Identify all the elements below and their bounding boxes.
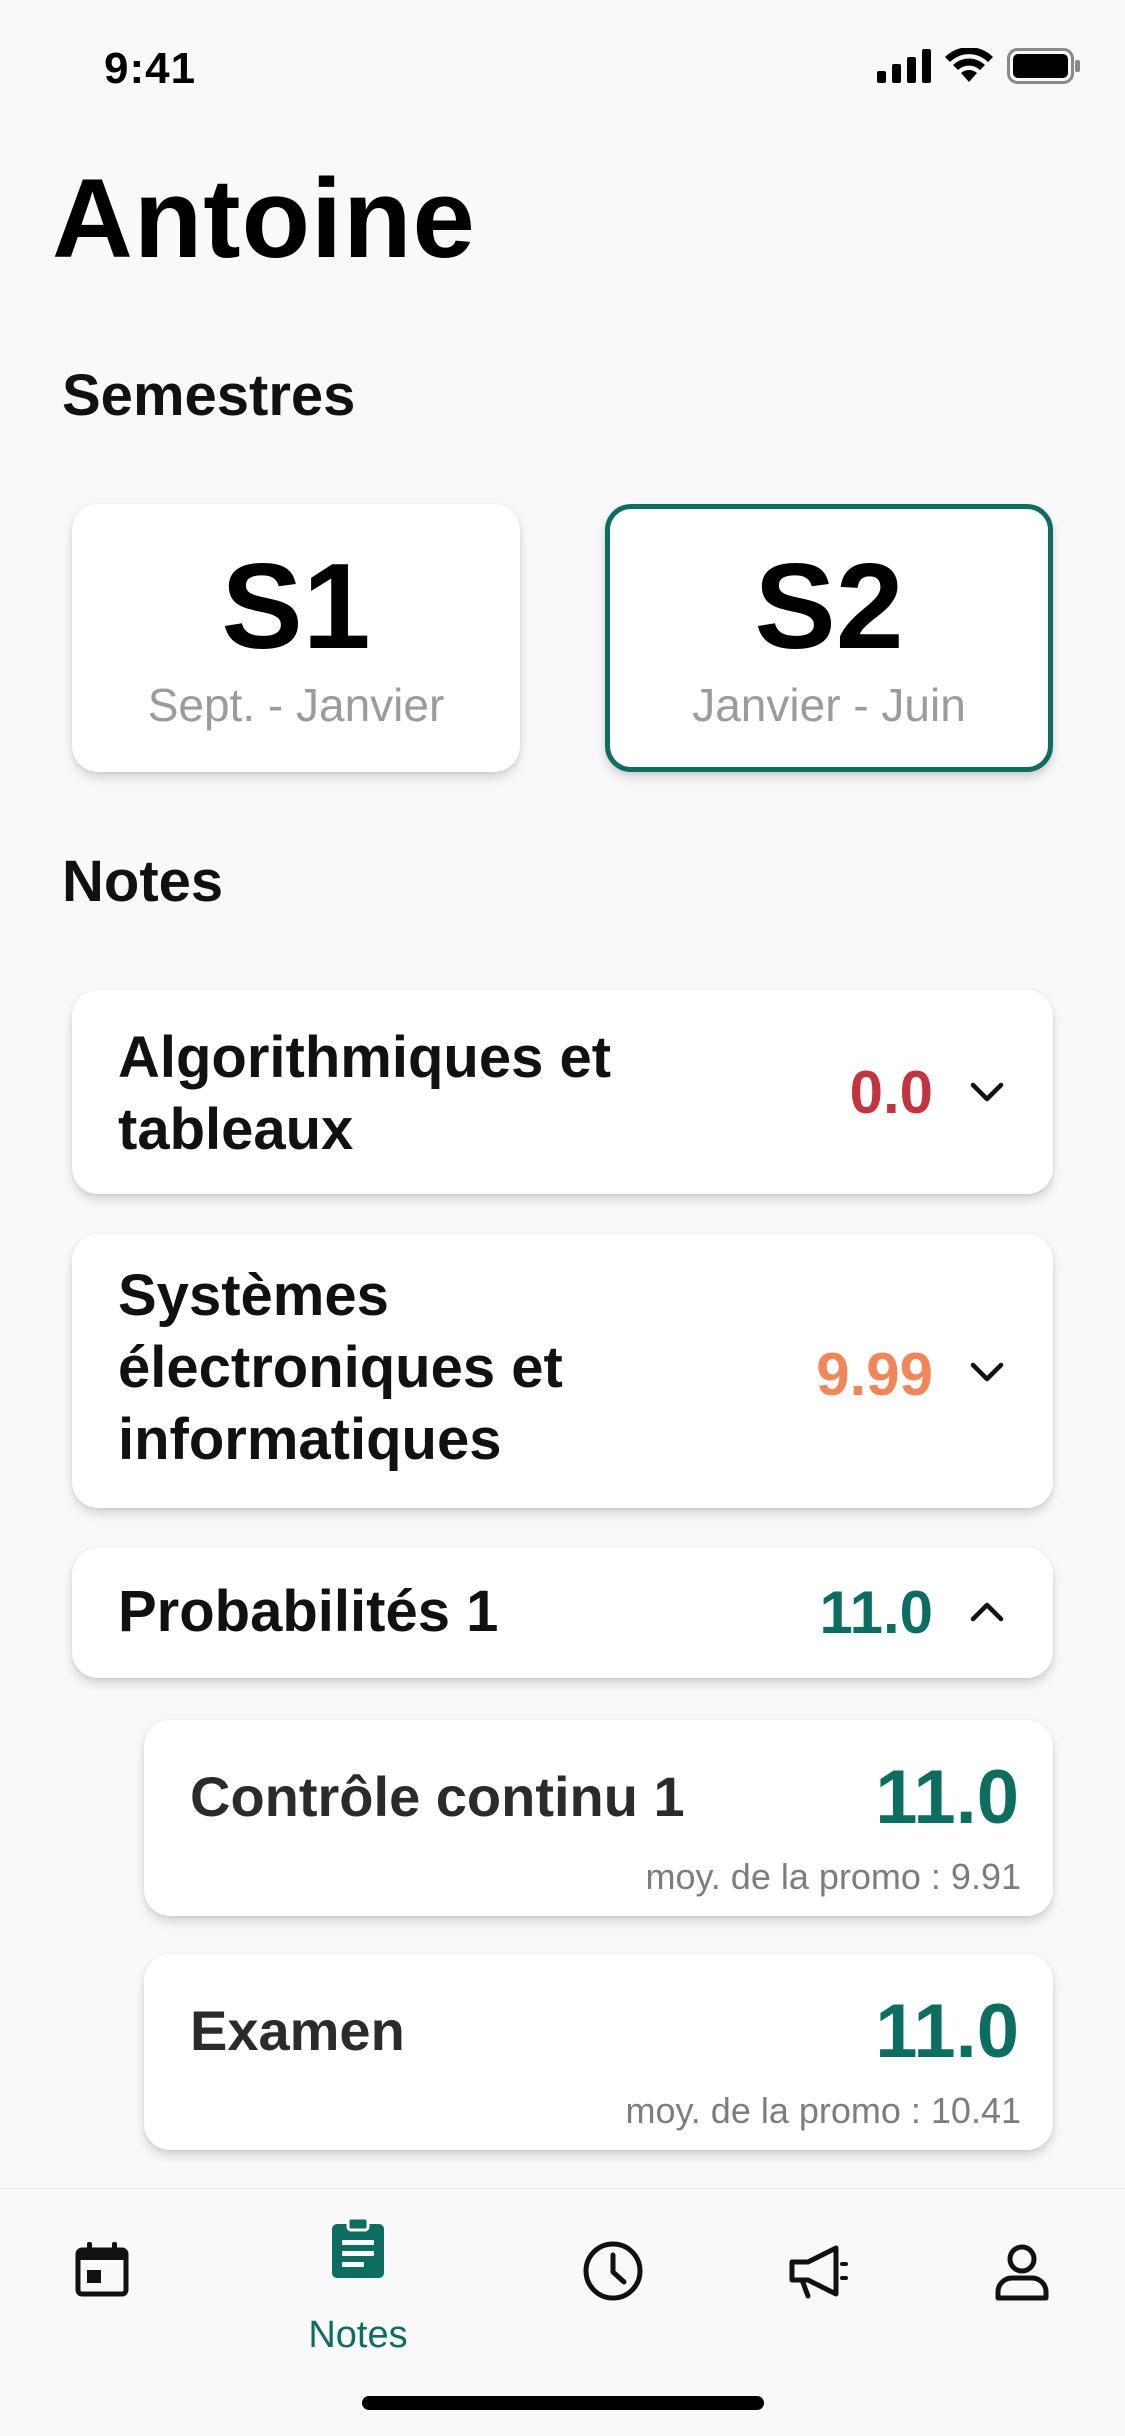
- evaluation-class-average: moy. de la promo : 9.91: [645, 1856, 1021, 1897]
- chevron-down-icon[interactable]: [965, 1350, 1009, 1394]
- evaluation-name: Examen: [190, 1999, 405, 2062]
- tab-notes[interactable]: Notes: [298, 2214, 418, 2356]
- subject-card[interactable]: Algorithmiques et tableaux 0.0: [72, 990, 1053, 1194]
- status-time: 9:41: [104, 44, 197, 93]
- person-icon: [995, 2244, 1049, 2301]
- tab-profile[interactable]: [962, 2214, 1082, 2344]
- evaluation-card[interactable]: Examen 11.0 moy. de la promo : 10.41: [144, 1954, 1053, 2150]
- cellular-signal-icon: [877, 49, 931, 83]
- evaluation-class-average: moy. de la promo : 10.41: [625, 2090, 1021, 2131]
- clipboard-icon: [332, 2216, 384, 2278]
- screen: 9:41 Antoine Semestres S1 Sept. - Janvie…: [0, 0, 1125, 2436]
- home-indicator: [362, 2396, 764, 2410]
- subject-name: Systèmes électroniques et informatiques: [118, 1263, 563, 1472]
- evaluation-card[interactable]: Contrôle continu 1 11.0 moy. de la promo…: [144, 1720, 1053, 1916]
- evaluation-grade: 11.0: [875, 1989, 1019, 2074]
- megaphone-icon: [789, 2245, 848, 2299]
- subject-name: Probabilités 1: [118, 1579, 499, 1644]
- semester-code: S2: [754, 538, 904, 674]
- status-icons: [877, 48, 1081, 84]
- semesters-heading: Semestres: [62, 363, 356, 428]
- subject-card[interactable]: Probabilités 1 11.0: [72, 1548, 1053, 1678]
- subject-grade: 0.0: [849, 1059, 933, 1126]
- chevron-down-icon[interactable]: [965, 1070, 1009, 1114]
- evaluation-name: Contrôle continu 1: [190, 1765, 685, 1828]
- semester-card-s1[interactable]: S1 Sept. - Janvier: [72, 504, 520, 772]
- tab-label: Notes: [308, 2314, 408, 2356]
- evaluation-grade: 11.0: [875, 1755, 1019, 1840]
- tab-announcements[interactable]: [758, 2214, 878, 2344]
- tab-schedule[interactable]: [553, 2214, 673, 2344]
- semester-card-s2[interactable]: S2 Janvier - Juin: [605, 504, 1053, 772]
- subject-card[interactable]: Systèmes électroniques et informatiques …: [72, 1234, 1053, 1508]
- semester-range: Janvier - Juin: [692, 679, 966, 731]
- tab-calendar[interactable]: [42, 2214, 162, 2344]
- clock-icon: [583, 2241, 643, 2301]
- subject-name: Algorithmiques et tableaux: [118, 1025, 612, 1162]
- page-title: Antoine: [52, 156, 476, 281]
- battery-icon: [1007, 48, 1080, 84]
- semester-range: Sept. - Janvier: [147, 679, 445, 731]
- calendar-icon: [75, 2242, 129, 2297]
- subject-grade: 11.0: [819, 1579, 933, 1646]
- chevron-up-icon[interactable]: [965, 1590, 1009, 1634]
- semester-code: S1: [221, 538, 371, 674]
- subject-grade: 9.99: [816, 1341, 933, 1408]
- notes-heading: Notes: [62, 849, 224, 914]
- wifi-icon: [945, 48, 993, 82]
